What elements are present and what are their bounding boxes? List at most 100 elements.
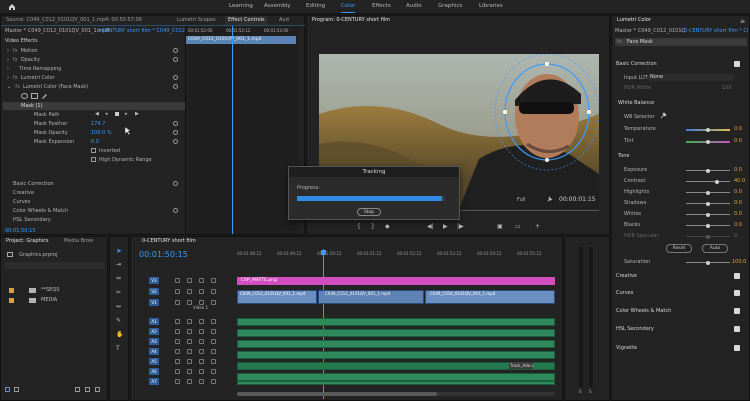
- v1-clip-3[interactable]: C049_C034_0101QV_001_1.mp4: [425, 290, 555, 304]
- lock-icon[interactable]: [175, 300, 180, 305]
- comparison-view-icon[interactable]: ▭: [515, 223, 521, 230]
- temperature-slider[interactable]: [686, 127, 730, 132]
- track-target-toggle[interactable]: A7: [149, 378, 159, 385]
- reset-mask-opacity-icon[interactable]: [173, 130, 178, 135]
- tone-hdr-specular-value[interactable]: 0: [734, 233, 737, 239]
- track-target-toggle[interactable]: V2: [149, 288, 159, 295]
- panel-menu-icon[interactable]: ≡: [740, 18, 745, 25]
- solo-left-button[interactable]: S: [579, 389, 582, 394]
- a2-clip[interactable]: [237, 329, 555, 337]
- vignette-toggle[interactable]: [734, 345, 740, 351]
- reset-opacity-icon[interactable]: [173, 57, 178, 62]
- workspace-graphics[interactable]: Graphics: [438, 3, 462, 9]
- ellipse-mask-icon[interactable]: [21, 93, 28, 99]
- workspace-libraries[interactable]: Libraries: [479, 3, 503, 9]
- solo-button[interactable]: [199, 349, 204, 354]
- audio-clip-small[interactable]: Track_Ada.wav: [509, 362, 533, 369]
- adjustment-clip[interactable]: CSP_MATTE.png: [237, 277, 555, 285]
- tone-contrast-value[interactable]: 40.0: [734, 178, 745, 184]
- lock-icon[interactable]: [175, 319, 180, 324]
- track-header-a5[interactable]: A5: [135, 358, 235, 366]
- color-wheels-toggle[interactable]: [734, 308, 740, 314]
- tone-whites-knob[interactable]: [706, 212, 710, 217]
- export-frame-icon[interactable]: ▣: [497, 223, 503, 230]
- tint-value[interactable]: 0.0: [734, 138, 742, 144]
- home-icon[interactable]: [8, 3, 16, 11]
- solo-button[interactable]: [199, 319, 204, 324]
- track-header-a4[interactable]: A4: [135, 348, 235, 356]
- timeline-timecode[interactable]: 00:01:50:15: [139, 250, 188, 259]
- track-header-v2[interactable]: V2: [135, 288, 235, 296]
- sync-lock-icon[interactable]: [187, 289, 192, 294]
- tone-highlights-slider[interactable]: [686, 190, 730, 195]
- effect-controls-timecode[interactable]: 00:01:50:15: [5, 228, 36, 234]
- trash-icon[interactable]: [95, 387, 100, 392]
- basic-correction-heading[interactable]: Basic Correction: [616, 61, 657, 67]
- track-frame-back-icon[interactable]: ◂: [105, 111, 108, 117]
- track-target-toggle[interactable]: A2: [149, 328, 159, 335]
- section-basic-correction[interactable]: Basic Correction: [13, 181, 54, 187]
- timeline-ruler[interactable]: 00:01:48:12 00:01:49:12 00:01:50:12 00:01:5…: [237, 251, 561, 261]
- project-search-input[interactable]: [5, 262, 105, 269]
- track-target-toggle[interactable]: V3: [149, 277, 159, 284]
- record-icon[interactable]: [211, 339, 216, 344]
- tone-blacks-knob[interactable]: [706, 223, 710, 228]
- tone-heading[interactable]: Tone: [618, 153, 630, 159]
- workspace-color[interactable]: Color: [341, 3, 356, 13]
- tracking-stop-button[interactable]: Stop: [357, 208, 381, 216]
- tone-blacks-value[interactable]: 0.0: [734, 222, 742, 228]
- lumetri-fx-selector[interactable]: fx Face Mask: [615, 38, 747, 46]
- wrench-icon[interactable]: [547, 196, 553, 202]
- mask-feather-value[interactable]: 174.7: [91, 121, 105, 127]
- timeline-scrollbar[interactable]: [237, 392, 555, 396]
- ripple-edit-tool-icon[interactable]: ⇔: [116, 275, 121, 282]
- eye-icon[interactable]: [199, 278, 204, 283]
- a6-clip[interactable]: [237, 373, 555, 381]
- tone-exposure-value[interactable]: 0.0: [734, 167, 742, 173]
- hsl-secondary-heading[interactable]: HSL Secondary: [616, 326, 654, 332]
- solo-button[interactable]: [199, 359, 204, 364]
- mark-out-icon[interactable]: }: [371, 223, 375, 230]
- project-item-media[interactable]: MEDIA: [9, 297, 105, 305]
- mark-in-icon[interactable]: {: [357, 223, 361, 230]
- tone-hdr-specular-knob[interactable]: [706, 234, 710, 239]
- track-header-a1[interactable]: A1: [135, 318, 235, 326]
- input-lut-select[interactable]: None: [648, 74, 734, 81]
- program-monitor-title[interactable]: Program: 0-CENTURY short film: [309, 16, 393, 25]
- effect-motion-row[interactable]: › fx Motion: [7, 48, 38, 54]
- lock-icon[interactable]: [175, 339, 180, 344]
- tone-highlights-knob[interactable]: [706, 190, 710, 195]
- track-forward-icon[interactable]: ▶: [135, 111, 139, 117]
- lock-icon[interactable]: [175, 359, 180, 364]
- basic-correction-toggle[interactable]: [734, 61, 740, 67]
- saturation-value[interactable]: 100.0: [732, 259, 746, 265]
- tint-knob[interactable]: [706, 139, 710, 144]
- step-back-icon[interactable]: ◀|: [427, 223, 434, 230]
- tone-reset-button[interactable]: Reset: [666, 244, 692, 253]
- hsl-secondary-toggle[interactable]: [734, 326, 740, 332]
- track-header-a2[interactable]: A2: [135, 328, 235, 336]
- color-wheels-heading[interactable]: Color Wheels & Match: [616, 308, 671, 314]
- effect-lumetri-row[interactable]: › fx Lumetri Color: [7, 75, 55, 81]
- workspace-effects[interactable]: Effects: [372, 3, 391, 9]
- lock-icon[interactable]: [175, 278, 180, 283]
- mask-expansion-value[interactable]: 0.0: [91, 139, 99, 145]
- record-icon[interactable]: [211, 319, 216, 324]
- mute-button[interactable]: [187, 319, 192, 324]
- vignette-heading[interactable]: Vignette: [616, 345, 637, 351]
- solo-button[interactable]: [199, 379, 204, 384]
- track-target-toggle[interactable]: A4: [149, 348, 159, 355]
- section-hsl-secondary[interactable]: HSL Secondary: [13, 217, 51, 223]
- mini-playhead[interactable]: [232, 26, 233, 234]
- tab-audio[interactable]: Aud: [276, 16, 292, 25]
- record-icon[interactable]: [211, 278, 216, 283]
- track-select-tool-icon[interactable]: ⇥: [116, 261, 121, 268]
- master-clip-label[interactable]: Master * C049_C012_0101QV_001_1.mp4: [5, 28, 109, 34]
- timeline-tab[interactable]: 0-CENTURY short film: [139, 237, 199, 246]
- eyedropper-icon[interactable]: [660, 112, 667, 119]
- tone-shadows-knob[interactable]: [706, 201, 710, 206]
- track-backward-icon[interactable]: ◀: [95, 111, 99, 117]
- mute-button[interactable]: [187, 369, 192, 374]
- list-view-icon[interactable]: [5, 387, 10, 392]
- record-icon[interactable]: [211, 329, 216, 334]
